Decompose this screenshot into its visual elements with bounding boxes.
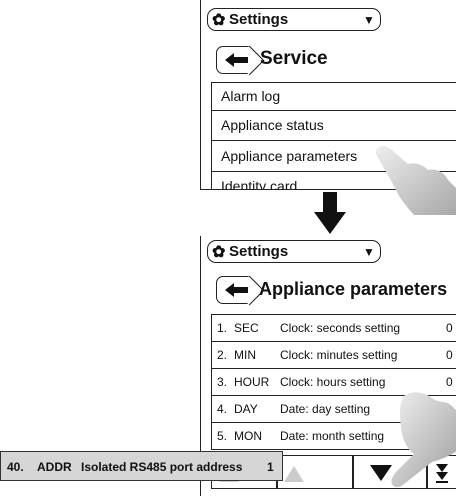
row-number: 5. xyxy=(217,429,228,443)
row-number: 2. xyxy=(217,348,228,362)
row-value: 0 xyxy=(446,321,453,335)
callout-code: ADDR xyxy=(37,460,72,474)
row-code: DAY xyxy=(234,402,258,416)
parameter-callout: 40. ADDR Isolated RS485 port address 1 xyxy=(0,451,283,481)
back-button[interactable] xyxy=(216,276,250,304)
parameter-row[interactable]: 1. SEC Clock: seconds setting 0 xyxy=(211,314,456,342)
row-code: MON xyxy=(234,429,262,443)
down-arrow-icon xyxy=(314,192,346,234)
row-code: HOUR xyxy=(234,375,270,389)
screen-title: Appliance parameters xyxy=(259,279,448,299)
callout-value: 1 xyxy=(267,460,274,474)
dropdown-arrow-icon: ▼ xyxy=(363,13,375,27)
back-button[interactable] xyxy=(216,46,250,74)
gear-icon: ✿ xyxy=(212,244,226,261)
row-description: Date: day setting xyxy=(280,402,371,416)
row-number: 3. xyxy=(217,375,228,389)
settings-dropdown[interactable]: ✿ Settings ▼ xyxy=(207,8,381,31)
row-description: Clock: minutes setting xyxy=(280,348,398,362)
parameter-row[interactable]: 2. MIN Clock: minutes setting 0 xyxy=(211,341,456,369)
gear-icon: ✿ xyxy=(212,12,226,29)
screen-title: Service xyxy=(260,48,328,69)
menu-item-alarm-log[interactable]: Alarm log xyxy=(211,82,456,111)
menu-item-appliance-status[interactable]: Appliance status xyxy=(211,110,456,141)
row-code: SEC xyxy=(234,321,259,335)
settings-label: Settings xyxy=(229,243,289,260)
row-value: 0 xyxy=(446,375,453,389)
row-description: Clock: hours setting xyxy=(280,375,386,389)
settings-label: Settings xyxy=(229,11,289,28)
dropdown-arrow-icon: ▼ xyxy=(363,245,375,259)
settings-dropdown[interactable]: ✿ Settings ▼ xyxy=(207,240,381,263)
row-value: 0 xyxy=(446,348,453,362)
row-description: Date: month setting xyxy=(280,429,385,443)
row-number: 4. xyxy=(217,402,228,416)
row-description: Clock: seconds setting xyxy=(280,321,401,335)
back-arrow-icon xyxy=(225,53,248,67)
pointing-hand-icon xyxy=(375,145,456,215)
row-number: 1. xyxy=(217,321,228,335)
row-code: MIN xyxy=(234,348,256,362)
callout-number: 40. xyxy=(7,460,24,474)
callout-description: Isolated RS485 port address xyxy=(81,460,243,474)
scroll-up-icon[interactable] xyxy=(282,464,306,484)
back-arrow-icon xyxy=(225,283,248,297)
pointing-hand-icon xyxy=(391,392,456,487)
